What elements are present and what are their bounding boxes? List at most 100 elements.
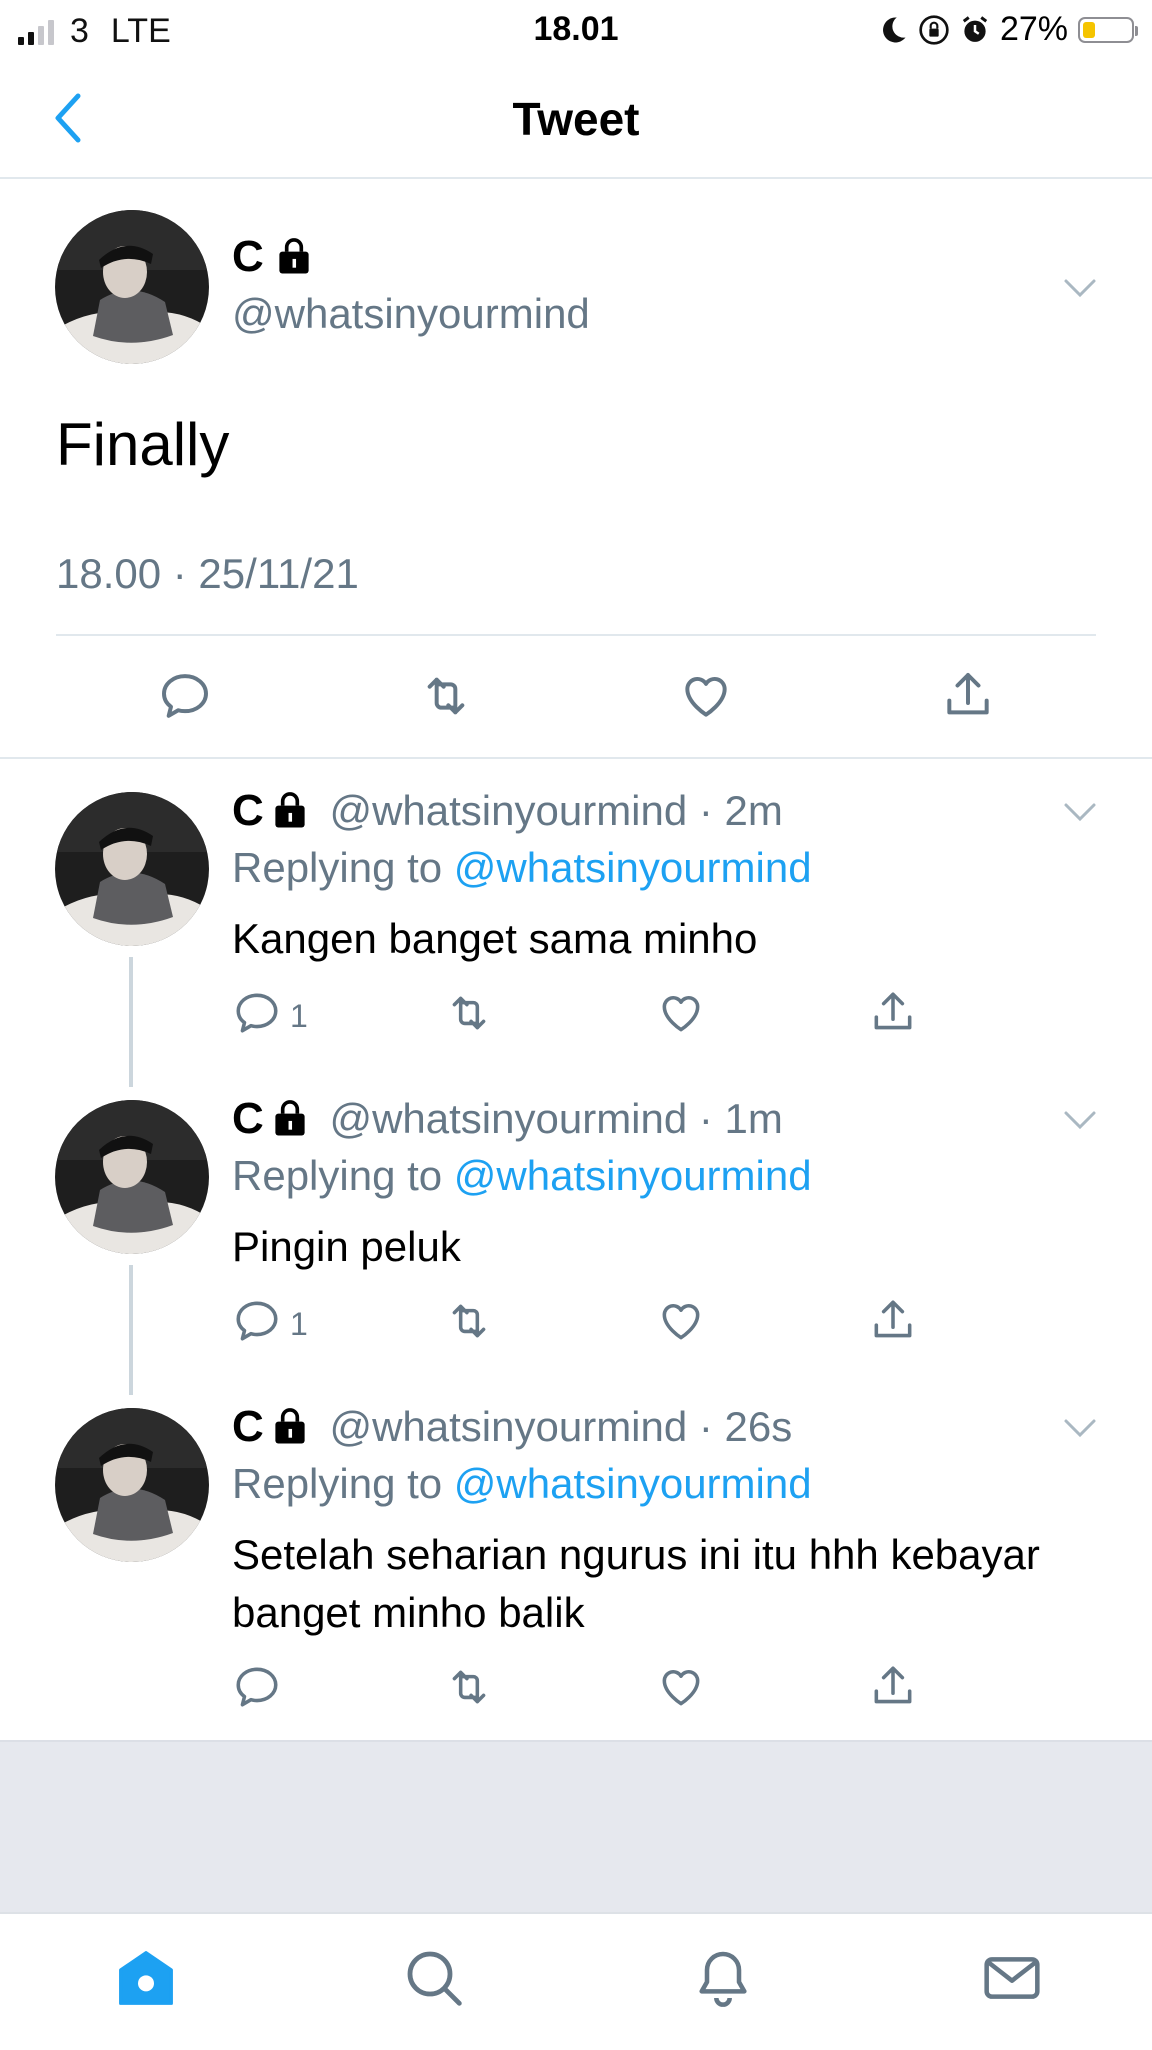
tweet-menu-button[interactable]	[1062, 800, 1098, 824]
replying-to: Replying to @whatsinyourmind	[232, 1460, 812, 1508]
reply-header: C @whatsinyourmind · 26s	[232, 1402, 792, 1452]
avatar-photo	[55, 792, 209, 946]
tab-messages[interactable]	[980, 1946, 1044, 2010]
avatar[interactable]	[55, 792, 209, 946]
divider	[56, 634, 1096, 636]
like-button[interactable]	[656, 988, 706, 1038]
reply-button[interactable]	[232, 1296, 282, 1346]
navigation-bar: Tweet	[0, 60, 1152, 179]
avatar[interactable]	[55, 1408, 209, 1562]
avatar-photo	[55, 210, 209, 364]
share-button[interactable]	[868, 1662, 918, 1712]
reply-author-name[interactable]: C	[232, 1402, 264, 1451]
reply-author-handle[interactable]: @whatsinyourmind	[329, 1095, 687, 1142]
replying-to-label: Replying to	[232, 844, 443, 891]
reply-text: Setelah seharian ngurus ini itu hhh keba…	[232, 1531, 1040, 1636]
reply-time: · 1m	[698, 1095, 783, 1142]
lock-icon	[279, 238, 309, 274]
tab-home[interactable]	[114, 1946, 178, 2010]
avatar-photo	[55, 1408, 209, 1562]
page-title: Tweet	[512, 93, 640, 145]
retweet-icon	[452, 996, 486, 1030]
comment-icon	[236, 993, 278, 1033]
orientation-lock-icon	[919, 14, 949, 45]
reply-button[interactable]	[157, 668, 213, 724]
retweet-icon	[427, 677, 465, 715]
tweet-text: Finally	[56, 411, 230, 478]
reply-header: C @whatsinyourmind · 2m	[232, 786, 783, 836]
replying-to: Replying to @whatsinyourmind	[232, 844, 812, 892]
replying-to-handle[interactable]: @whatsinyourmind	[454, 1460, 812, 1507]
avatar[interactable]	[55, 210, 209, 364]
tweet-author-name[interactable]: C	[232, 232, 264, 281]
empty-area	[0, 1740, 1152, 1914]
reply-time: · 2m	[698, 787, 783, 834]
thread-connector	[129, 957, 133, 1087]
chevron-down-icon	[1064, 803, 1096, 822]
reply-author-name[interactable]: C	[232, 1094, 264, 1143]
notifications-icon	[699, 1951, 747, 2007]
reply-count: 1	[290, 998, 308, 1034]
comment-icon	[236, 1301, 278, 1341]
avatar-photo	[55, 1100, 209, 1254]
chevron-down-icon	[1064, 279, 1096, 298]
reply-button[interactable]	[232, 1662, 282, 1712]
thread-connector	[129, 1265, 133, 1395]
divider	[0, 757, 1152, 759]
replying-to-handle[interactable]: @whatsinyourmind	[454, 1152, 812, 1199]
like-button[interactable]	[656, 1296, 706, 1346]
tab-search[interactable]	[402, 1946, 466, 2010]
search-icon	[407, 1951, 462, 2006]
tweet-author-handle[interactable]: @whatsinyourmind	[232, 290, 590, 338]
retweet-icon	[452, 1304, 486, 1338]
like-button[interactable]	[678, 668, 734, 724]
tweet-timestamp: 18.00 · 25/11/21	[56, 550, 359, 597]
heart-icon	[662, 1304, 700, 1340]
reply-count: 1	[290, 1306, 308, 1342]
retweet-button[interactable]	[444, 1296, 494, 1346]
heart-icon	[685, 676, 727, 717]
moon-icon	[882, 16, 906, 42]
share-icon	[947, 673, 989, 715]
battery-fill	[1083, 21, 1096, 38]
share-button[interactable]	[940, 668, 996, 724]
replying-to-label: Replying to	[232, 1460, 443, 1507]
tweet-menu-button[interactable]	[1062, 1416, 1098, 1440]
chevron-down-icon	[1064, 1111, 1096, 1130]
tab-bar	[0, 1912, 1152, 2050]
retweet-button[interactable]	[418, 668, 474, 724]
share-button[interactable]	[868, 1296, 918, 1346]
retweet-icon	[452, 1670, 486, 1704]
battery-percent: 27%	[999, 10, 1068, 48]
comment-icon	[162, 674, 208, 718]
alarm-icon	[962, 15, 988, 42]
home-icon	[119, 1951, 173, 2005]
reply-author-handle[interactable]: @whatsinyourmind	[329, 1403, 687, 1450]
retweet-button[interactable]	[444, 988, 494, 1038]
lock-icon	[275, 792, 305, 828]
reply-text: Kangen banget sama minho	[232, 915, 758, 962]
share-icon	[874, 1666, 912, 1704]
share-icon	[874, 992, 912, 1030]
reply-header: C @whatsinyourmind · 1m	[232, 1094, 783, 1144]
replying-to-label: Replying to	[232, 1152, 443, 1199]
chevron-down-icon	[1064, 1419, 1096, 1438]
reply-author-handle[interactable]: @whatsinyourmind	[329, 787, 687, 834]
retweet-button[interactable]	[444, 1662, 494, 1712]
reply-author-name[interactable]: C	[232, 786, 264, 835]
reply-button[interactable]	[232, 988, 282, 1038]
heart-icon	[662, 1670, 700, 1706]
tweet-menu-button[interactable]	[1062, 1108, 1098, 1132]
replying-to-handle[interactable]: @whatsinyourmind	[454, 844, 812, 891]
reply-time: · 26s	[698, 1403, 793, 1450]
battery-icon	[1078, 16, 1138, 43]
status-bar: 3 LTE 18.01 27%	[0, 0, 1152, 60]
share-button[interactable]	[868, 988, 918, 1038]
heart-icon	[662, 996, 700, 1032]
tab-notifications[interactable]	[691, 1946, 755, 2010]
tweet-menu-button[interactable]	[1062, 276, 1098, 300]
like-button[interactable]	[656, 1662, 706, 1712]
avatar[interactable]	[55, 1100, 209, 1254]
reply-text: Pingin peluk	[232, 1223, 461, 1270]
comment-icon	[236, 1667, 278, 1707]
